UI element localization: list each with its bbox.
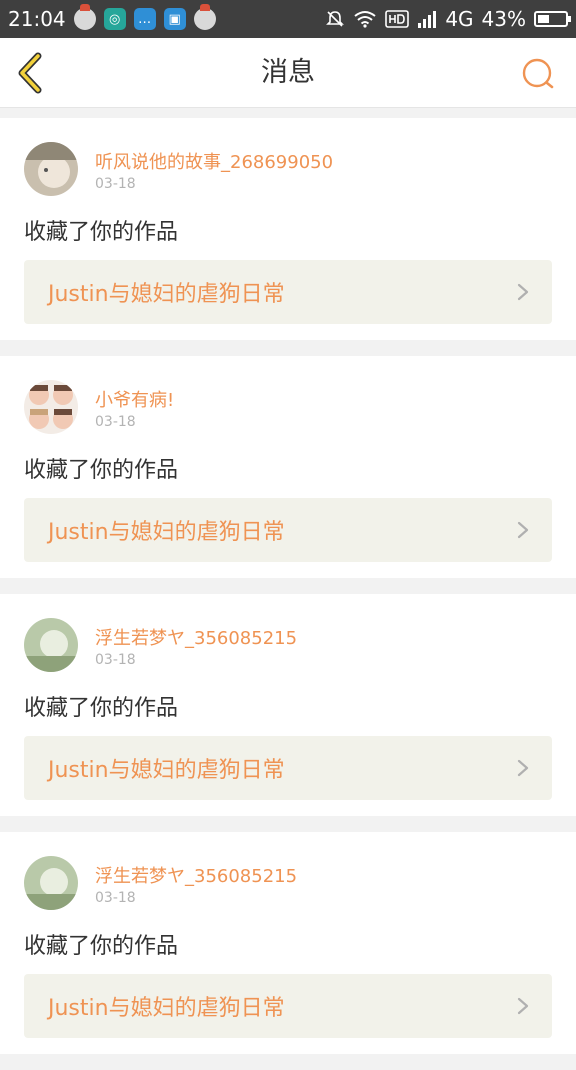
work-title: Justin与媳妇的虐狗日常 <box>48 282 285 307</box>
work-link[interactable]: Justin与媳妇的虐狗日常 <box>24 498 552 562</box>
avatar[interactable] <box>24 380 78 434</box>
nav-bar: 消息 <box>0 38 576 108</box>
message-action: 收藏了你的作品 <box>24 458 179 483</box>
chevron-right-icon <box>517 521 529 539</box>
work-title: Justin与媳妇的虐狗日常 <box>48 996 285 1021</box>
user-avatar-image <box>24 856 78 910</box>
search-icon <box>522 58 554 89</box>
message-username[interactable]: 小爷有病! <box>95 386 174 412</box>
status-bar-right: 4G 43% <box>325 7 571 31</box>
status-bar: 21:04 ◎ … ▣ 4G 43% <box>0 0 576 38</box>
message-list: 听风说他的故事_268699050 03-18 收藏了你的作品 Justin与媳… <box>0 118 576 1070</box>
signal-icon <box>418 11 437 28</box>
message-card: 浮生若梦ヤ_356085215 03-18 收藏了你的作品 Justin与媳妇的… <box>0 832 576 1054</box>
hd-icon <box>385 10 410 28</box>
status-time: 21:04 <box>8 7 66 31</box>
message-username[interactable]: 听风说他的故事_268699050 <box>95 148 333 174</box>
chevron-right-icon <box>517 759 529 777</box>
message-date: 03-18 <box>95 176 136 192</box>
work-title: Justin与媳妇的虐狗日常 <box>48 520 285 545</box>
work-title: Justin与媳妇的虐狗日常 <box>48 758 285 783</box>
chevron-right-icon <box>517 283 529 301</box>
message-username[interactable]: 浮生若梦ヤ_356085215 <box>95 862 297 888</box>
battery-percent: 43% <box>481 7 526 31</box>
avatar[interactable] <box>24 856 78 910</box>
message-username[interactable]: 浮生若梦ヤ_356085215 <box>95 624 297 650</box>
chicken-notification-icon <box>193 4 216 30</box>
message-date: 03-18 <box>95 890 136 906</box>
user-avatar-image <box>24 380 78 434</box>
chevron-right-icon <box>517 997 529 1015</box>
network-type: 4G <box>445 7 474 31</box>
search-button[interactable] <box>520 56 556 92</box>
avatar[interactable] <box>24 142 78 196</box>
message-action: 收藏了你的作品 <box>24 220 179 245</box>
mute-icon <box>326 11 345 27</box>
work-link[interactable]: Justin与媳妇的虐狗日常 <box>24 260 552 324</box>
message-card: 小爷有病! 03-18 收藏了你的作品 Justin与媳妇的虐狗日常 <box>0 356 576 578</box>
work-link[interactable]: Justin与媳妇的虐狗日常 <box>24 974 552 1038</box>
battery-fill <box>538 15 550 23</box>
message-card: 浮生若梦ヤ_356085215 03-18 收藏了你的作品 Justin与媳妇的… <box>0 594 576 816</box>
message-action: 收藏了你的作品 <box>24 934 179 959</box>
chevron-left-icon <box>18 52 42 94</box>
page-title: 消息 <box>261 57 315 88</box>
message-action: 收藏了你的作品 <box>24 696 179 721</box>
app-notification-icon: ◎ <box>103 8 126 30</box>
chicken-notification-icon <box>73 4 96 30</box>
user-avatar-image <box>24 618 78 672</box>
back-button[interactable] <box>10 50 54 96</box>
scan-notification-icon: ▣ <box>163 8 186 30</box>
message-date: 03-18 <box>95 652 136 668</box>
avatar[interactable] <box>24 618 78 672</box>
battery-icon <box>534 11 571 27</box>
message-card: 听风说他的故事_268699050 03-18 收藏了你的作品 Justin与媳… <box>0 118 576 340</box>
chat-notification-icon: … <box>133 8 156 30</box>
user-avatar-image <box>24 142 78 196</box>
work-link[interactable]: Justin与媳妇的虐狗日常 <box>24 736 552 800</box>
status-bar-left: 21:04 ◎ … ▣ <box>8 4 216 31</box>
message-date: 03-18 <box>95 414 136 430</box>
wifi-icon <box>354 11 376 28</box>
